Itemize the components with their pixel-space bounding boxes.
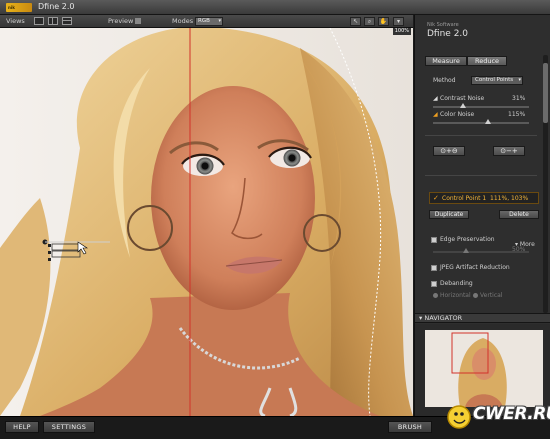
color-swatch-icon: ◢ — [433, 111, 438, 118]
toolbar: Views Preview Modes RGB ▾ ↖ ⌕ ✋ ▾ — [0, 15, 413, 28]
window-titlebar: nik Dfine 2.0 — [0, 0, 550, 15]
control-point-row[interactable]: ✓ Control Point 1 111%, 103% — [429, 192, 539, 204]
tab-reduce[interactable]: Reduce — [467, 56, 507, 66]
navigator-title: NAVIGATOR — [424, 314, 463, 322]
method-value: Control Points — [475, 77, 514, 83]
edge-preservation-label: Edge Preservation — [440, 236, 495, 243]
chevron-down-icon: ▾ — [218, 18, 221, 24]
navigator-thumbnail-image — [425, 330, 543, 407]
duplicate-button[interactable]: Duplicate — [429, 210, 469, 219]
edge-preservation-slider-thumb[interactable] — [463, 248, 469, 253]
debanding-label: Debanding — [440, 280, 473, 287]
settings-button[interactable]: SETTINGS — [43, 421, 95, 433]
zoom-out-icon[interactable]: ⌕ — [364, 17, 375, 26]
contrast-noise-label: Contrast Noise — [440, 95, 485, 102]
brand-subtitle: Nik Software — [427, 22, 459, 28]
views-label: Views — [6, 17, 25, 25]
contrast-noise-slider-thumb[interactable] — [459, 103, 466, 108]
side-by-side-view-button[interactable] — [62, 17, 72, 25]
modes-label: Modes — [172, 17, 194, 25]
edge-preservation-value: 50% — [512, 246, 526, 253]
divider — [425, 175, 537, 176]
scrollbar-thumb[interactable] — [543, 63, 548, 123]
contrast-noise-value: 31% — [512, 95, 526, 102]
color-noise-label: Color Noise — [440, 111, 475, 118]
preview-checkbox[interactable] — [135, 18, 141, 24]
tab-measure[interactable]: Measure — [425, 56, 467, 66]
portrait-photo — [0, 28, 413, 416]
horizontal-radio[interactable] — [433, 293, 438, 298]
jpeg-artifact-label: JPEG Artifact Reduction — [440, 264, 510, 271]
color-noise-slider-track[interactable] — [433, 122, 529, 124]
panel-title: Dfine 2.0 — [427, 29, 469, 39]
control-point-name: Control Point 1 — [442, 195, 487, 202]
vertical-radio[interactable] — [473, 293, 478, 298]
edge-preservation-checkbox[interactable] — [431, 237, 437, 243]
single-view-button[interactable] — [34, 17, 44, 25]
panel-scrollbar[interactable] — [543, 55, 548, 313]
brush-button[interactable]: BRUSH — [388, 421, 432, 433]
zoom-in-icon[interactable]: ↖ — [350, 17, 361, 26]
contrast-noise-slider-track[interactable] — [433, 106, 529, 108]
split-view-button[interactable] — [48, 17, 58, 25]
add-control-point-button[interactable]: ⊙+⊖ — [433, 146, 465, 156]
method-label: Method — [433, 77, 456, 84]
preview-label: Preview — [108, 17, 134, 25]
watermark: CWER.RU — [447, 397, 550, 437]
app-title: Dfine 2.0 — [38, 2, 75, 11]
color-noise-value: 115% — [508, 111, 526, 118]
modes-select[interactable]: RGB ▾ — [195, 17, 223, 26]
debanding-checkbox[interactable] — [431, 281, 437, 287]
settings-panel: Nik Software Dfine 2.0 Measure Reduce Me… — [414, 15, 550, 416]
control-point-label: Control Point 1 111%, 103% — [442, 195, 528, 202]
method-select[interactable]: Control Points ▾ — [471, 76, 523, 85]
pin-icon[interactable]: ▾ — [393, 17, 404, 26]
control-point-values: 111%, 103% — [490, 195, 529, 202]
jpeg-artifact-checkbox[interactable] — [431, 265, 437, 271]
hand-icon[interactable]: ✋ — [378, 17, 389, 26]
triangle-icon: ◢ — [433, 95, 438, 102]
delete-button[interactable]: Delete — [499, 210, 539, 219]
horizontal-label: Horizontal — [440, 292, 471, 299]
chevron-down-icon: ▾ — [518, 77, 521, 83]
add-color-point-button[interactable]: ⊙−+ — [493, 146, 525, 156]
color-noise-slider-thumb[interactable] — [485, 119, 492, 124]
vertical-label: Vertical — [480, 292, 503, 299]
navigator-thumbnail[interactable] — [425, 330, 543, 407]
help-button[interactable]: HELP — [5, 421, 39, 433]
modes-value: RGB — [198, 18, 210, 24]
checkmark-icon: ✓ — [433, 194, 439, 202]
divider — [425, 135, 537, 136]
watermark-text: CWER.RU — [473, 404, 550, 424]
app-logo: nik — [6, 3, 32, 12]
zoom-level-badge: 100% — [392, 28, 411, 35]
image-canvas[interactable]: 100% — [0, 28, 413, 416]
navigator-header[interactable]: ▾ NAVIGATOR — [415, 313, 550, 323]
